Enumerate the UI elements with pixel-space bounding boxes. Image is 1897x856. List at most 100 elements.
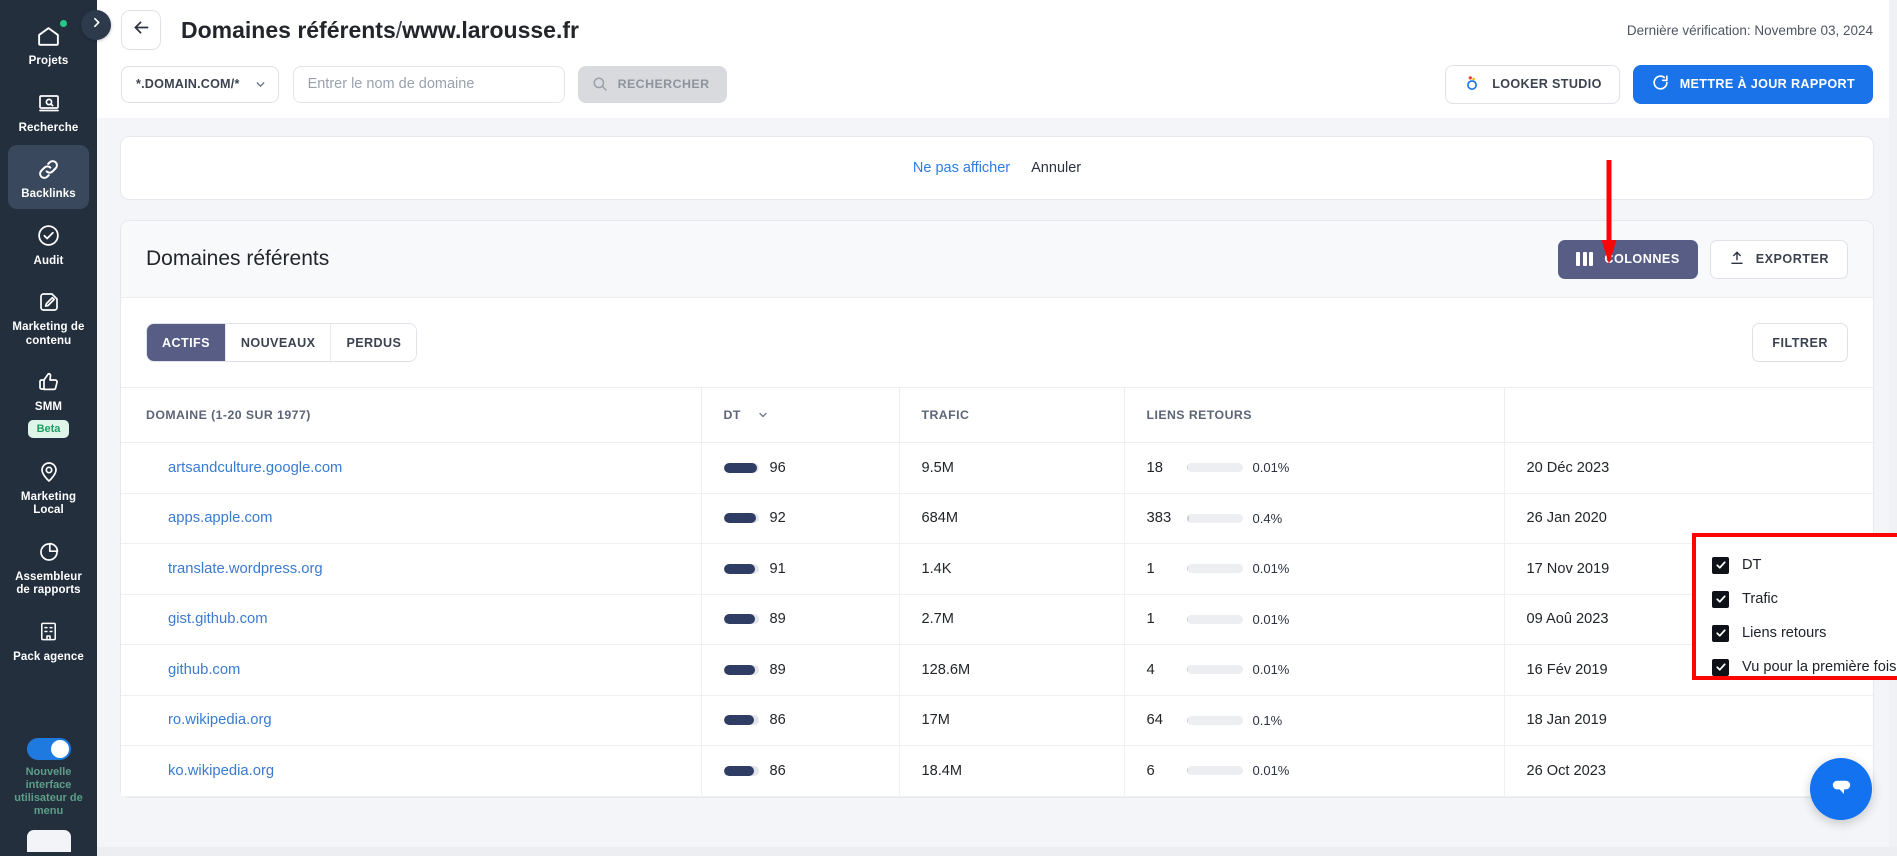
new-ui-toggle[interactable] — [26, 738, 71, 760]
domain-scope-select[interactable]: *.DOMAIN.COM/* — [121, 65, 279, 103]
tab-nouveaux[interactable]: NOUVEAUX — [225, 324, 332, 361]
cell-domain: ro.wikipedia.org — [121, 695, 701, 746]
building-icon — [34, 617, 64, 647]
chevron-down-icon — [254, 78, 267, 91]
col-header-dt[interactable]: DT — [700, 387, 899, 443]
domain-link[interactable]: ro.wikipedia.org — [168, 712, 272, 728]
sidebar-item-marketing-local[interactable]: Marketing Local — [8, 448, 89, 525]
backlinks-count: 1 — [1146, 560, 1155, 577]
export-button-label: EXPORTER — [1755, 252, 1829, 266]
card-header-actions: COLONNES EXPORTER — [1558, 239, 1848, 279]
toolbar-right: FILTRER — [1752, 323, 1848, 362]
cell-dt: 96 — [700, 442, 899, 494]
new-ui-toggle-label: Nouvelle interface utilisateur de menu — [14, 766, 83, 817]
sidebar-item-label: SMM — [34, 401, 63, 413]
looker-studio-button[interactable]: LOOKER STUDIO — [1445, 64, 1620, 104]
dt-bar — [723, 563, 759, 574]
columns-dropdown-item-vu-premiere-fois[interactable]: Vu pour la première fois — [1712, 650, 1897, 684]
table-row: github.com 89 128.6M 4 0.01% 16 Fév 2019 — [121, 644, 1873, 696]
col-header-backlinks[interactable]: LIENS RETOURS — [1123, 387, 1504, 443]
thumbs-up-icon — [34, 367, 64, 397]
notice-cancel-link[interactable]: Annuler — [1031, 160, 1081, 176]
cell-domain: gist.github.com — [121, 594, 701, 645]
cell-traffic: 684M — [898, 493, 1124, 544]
sidebar-item-marketing-de-contenu[interactable]: Marketing de contenu — [8, 278, 89, 355]
sidebar-item-audit[interactable]: Audit — [8, 212, 89, 276]
domain-input[interactable] — [292, 65, 565, 103]
columns-dropdown: DT Trafic Liens retours Vu pour la premi… — [1696, 537, 1897, 676]
dt-value: 89 — [769, 661, 786, 678]
cell-traffic: 128.6M — [898, 644, 1124, 696]
tab-perdus[interactable]: PERDUS — [331, 324, 417, 361]
sidebar-item-projets[interactable]: Projets — [8, 12, 89, 76]
sidebar-item-label: Projets — [28, 55, 69, 67]
backlinks-percent: 0.01% — [1252, 662, 1290, 678]
magnifier-icon — [591, 75, 609, 93]
backlinks-bar — [1186, 766, 1243, 776]
domain-link[interactable]: translate.wordpress.org — [168, 561, 323, 577]
columns-icon — [1576, 252, 1594, 266]
columns-button[interactable]: COLONNES — [1558, 239, 1698, 279]
cell-dt: 89 — [700, 644, 899, 696]
domain-link[interactable]: github.com — [168, 662, 240, 678]
sidebar-collapse-button[interactable] — [81, 10, 111, 40]
columns-dropdown-item-trafic[interactable]: Trafic — [1712, 582, 1897, 616]
domain-link[interactable]: ko.wikipedia.org — [168, 763, 274, 779]
columns-dropdown-item-liens-retours[interactable]: Liens retours — [1712, 616, 1897, 650]
sidebar-item-backlinks[interactable]: Backlinks — [8, 145, 89, 209]
bottom-edge — [97, 847, 1897, 856]
col-header-traffic[interactable]: TRAFIC — [898, 387, 1124, 443]
sidebar-item-recherche[interactable]: Recherche — [8, 79, 89, 143]
cell-backlinks: 1 0.01% — [1123, 543, 1504, 595]
col-header-domain[interactable]: DOMAINE (1-20 SUR 1977) — [121, 387, 701, 443]
sidebar-item-smm[interactable]: SMM Beta — [8, 358, 89, 445]
sidebar-item-label: Audit — [33, 254, 64, 267]
back-button[interactable] — [121, 10, 161, 50]
backlinks-count: 6 — [1146, 762, 1155, 779]
dt-value: 89 — [769, 611, 786, 628]
left-sidebar: Projets Recherche Backlinks Audit Market — [0, 0, 97, 856]
cell-dt: 89 — [700, 594, 899, 645]
domain-link[interactable]: apps.apple.com — [168, 510, 272, 526]
checkbox-checked-icon[interactable] — [1712, 556, 1729, 574]
page-scrollbar[interactable] — [1889, 0, 1897, 856]
backlinks-percent: 0.4% — [1252, 510, 1283, 526]
table-row: gist.github.com 89 2.7M 1 0.01% 09 Aoû 2023 — [121, 594, 1873, 645]
table-header: DOMAINE (1-20 SUR 1977) DT TRAFIC LIENS … — [121, 387, 1873, 443]
cell-backlinks: 64 0.1% — [1123, 695, 1504, 746]
filter-button[interactable]: FILTRER — [1752, 323, 1848, 362]
content-area: Ne pas afficher Annuler Domaines référen… — [97, 118, 1897, 856]
search-button[interactable]: RECHERCHER — [577, 65, 727, 103]
top-bar: Domaines référents/www.larousse.fr Derni… — [97, 0, 1897, 118]
domain-link[interactable]: gist.github.com — [168, 611, 268, 627]
page-title-main: Domaines référents — [181, 16, 396, 43]
card-title: Domaines référents — [146, 247, 330, 270]
arrow-left-icon — [131, 17, 152, 43]
chat-widget-button[interactable] — [1810, 758, 1872, 820]
chevron-down-icon[interactable] — [757, 409, 769, 421]
sidebar-item-assembleur-de-rapports[interactable]: Assembleur de rapports — [8, 528, 89, 605]
beta-badge: Beta — [27, 419, 70, 438]
cell-traffic: 1.4K — [898, 543, 1124, 595]
checkbox-checked-icon[interactable] — [1712, 624, 1729, 642]
checkbox-checked-icon[interactable] — [1712, 658, 1729, 676]
pencil-square-icon — [34, 287, 64, 317]
search-row: *.DOMAIN.COM/* RECHERCHER — [121, 60, 1873, 118]
export-button[interactable]: EXPORTER — [1709, 239, 1848, 279]
domain-link[interactable]: artsandculture.google.com — [168, 460, 342, 476]
col-header-first-seen[interactable] — [1503, 387, 1873, 443]
update-report-button[interactable]: METTRE À JOUR RAPPORT — [1632, 64, 1873, 104]
sidebar-item-pack-agence[interactable]: Pack agence — [8, 608, 89, 672]
columns-dropdown-item-dt[interactable]: DT — [1712, 548, 1897, 582]
sidebar-item-label: Marketing de contenu — [12, 321, 85, 347]
tab-actifs[interactable]: ACTIFS — [147, 324, 226, 361]
sidebar-footer: Nouvelle interface utilisateur de menu — [0, 738, 97, 856]
sidebar-item-label: Backlinks — [21, 188, 76, 200]
dt-value: 96 — [769, 459, 786, 476]
cell-dt: 86 — [700, 745, 899, 797]
cell-backlinks: 1 0.01% — [1123, 594, 1504, 645]
table-row: artsandculture.google.com 96 9.5M 18 0.01% 20… — [121, 442, 1873, 494]
checkbox-checked-icon[interactable] — [1712, 590, 1729, 608]
notice-dismiss-link[interactable]: Ne pas afficher — [913, 160, 1010, 176]
sidebar-bottom-stub[interactable] — [26, 830, 71, 852]
